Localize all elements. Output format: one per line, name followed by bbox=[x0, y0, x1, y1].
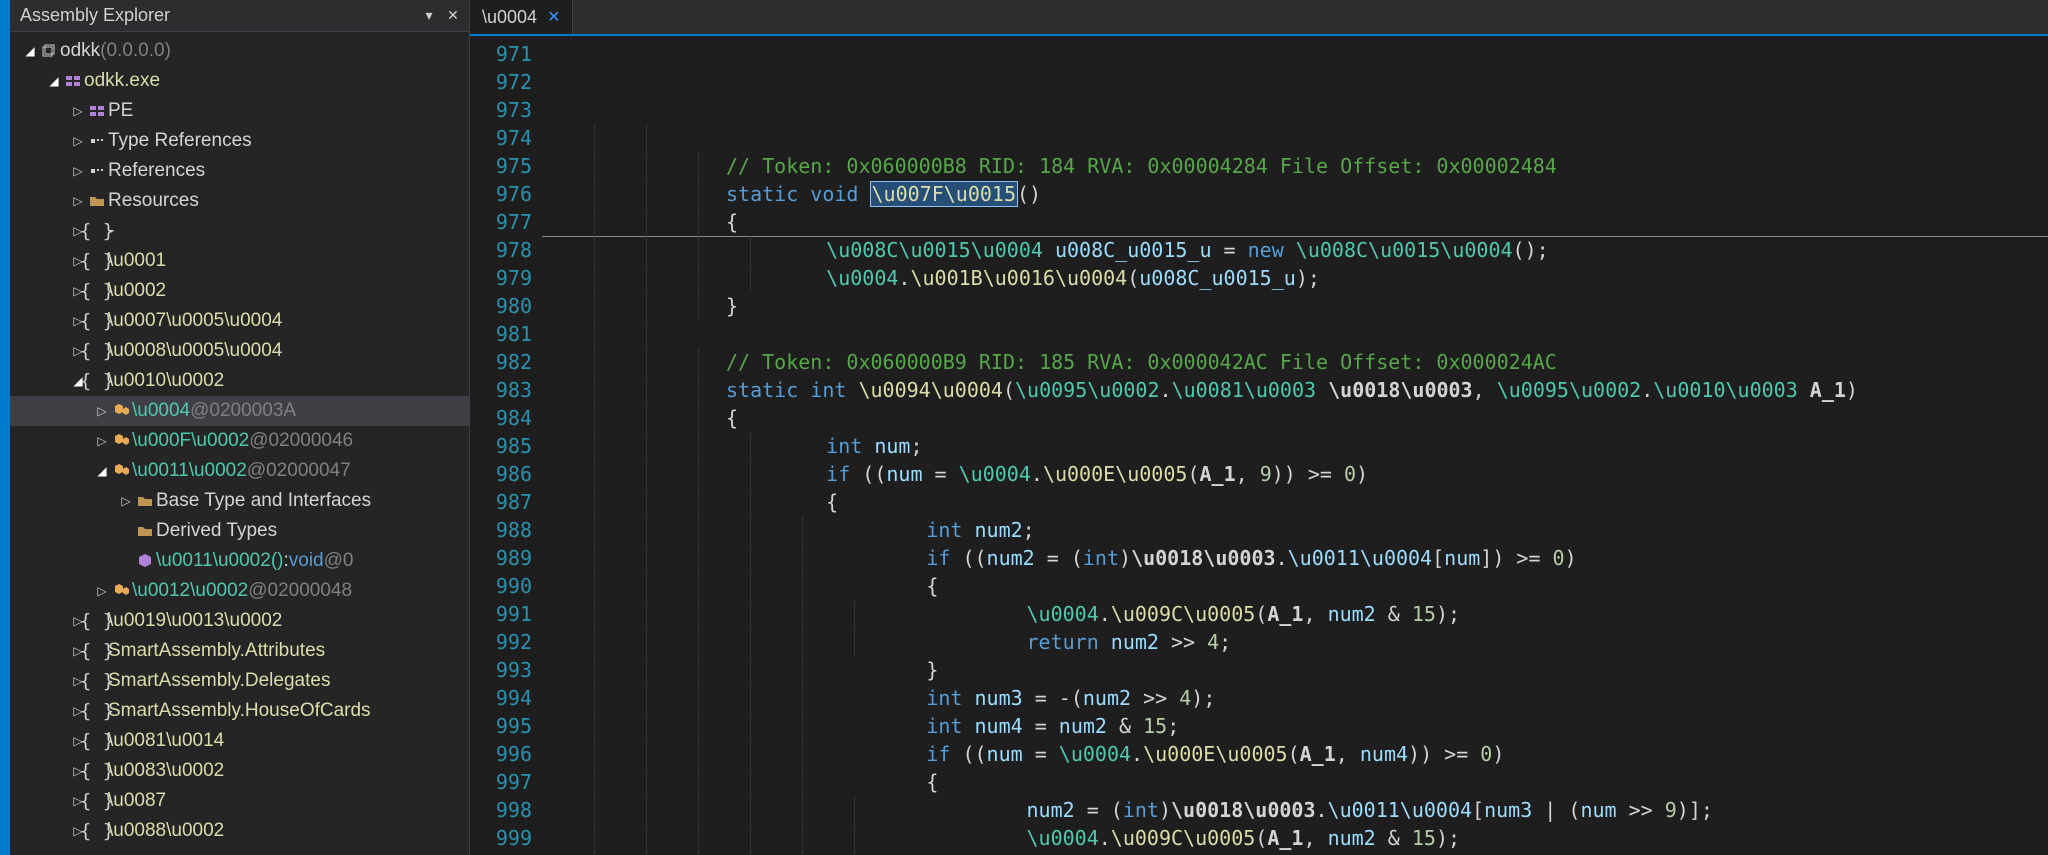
tree-icon bbox=[62, 73, 84, 89]
panel-close-icon[interactable]: ✕ bbox=[443, 6, 463, 26]
tree-class[interactable]: ▷\u000F\u0002 @02000046 bbox=[10, 426, 469, 456]
assembly-tree[interactable]: ◢odkk (0.0.0.0)◢odkk.exe▷PE▷Type Referen… bbox=[10, 32, 469, 855]
tree-icon bbox=[110, 583, 132, 599]
code-line: if ((num = \u0004.\u000E\u0005(A_1, 9)) … bbox=[542, 460, 2048, 488]
tree-icon bbox=[86, 103, 108, 119]
tree-icon: { } bbox=[86, 700, 108, 722]
tree-assembly-root[interactable]: ◢odkk (0.0.0.0) bbox=[10, 36, 469, 66]
tree-namespace-open[interactable]: ◢{ }\u0010\u0002 bbox=[10, 366, 469, 396]
code-line: num2 = (int)\u0018\u0003.\u0011\u0004[nu… bbox=[542, 796, 2048, 824]
line-number-gutter: 9719729739749759769779789799809819829839… bbox=[470, 36, 542, 855]
tree-icon: { } bbox=[86, 760, 108, 782]
editor-tabstrip: \u0004 ✕ bbox=[470, 0, 2048, 34]
code-line: \u0004.\u009C\u0005(A_1, num2 & 15); bbox=[542, 600, 2048, 628]
tab-close-icon[interactable]: ✕ bbox=[547, 7, 560, 27]
code-line: } bbox=[542, 656, 2048, 684]
tree-icon bbox=[110, 403, 132, 419]
tree-builtin[interactable]: ▷Type References bbox=[10, 126, 469, 156]
code-line: { bbox=[542, 768, 2048, 796]
tree-namespace[interactable]: ▷{ }\u0088\u0002 bbox=[10, 816, 469, 846]
tree-namespace[interactable]: ▷{ }- bbox=[10, 216, 469, 246]
tree-icon: { } bbox=[86, 370, 108, 392]
tree-class[interactable]: ▷\u0012\u0002 @02000048 bbox=[10, 576, 469, 606]
tree-namespace[interactable]: ▷{ }SmartAssembly.HouseOfCards bbox=[10, 696, 469, 726]
code-line: { bbox=[542, 572, 2048, 600]
tree-icon bbox=[110, 433, 132, 449]
tree-icon: { } bbox=[86, 340, 108, 362]
tree-icon: { } bbox=[86, 790, 108, 812]
code-line: if ((num2 = (int)\u0018\u0003.\u0011\u00… bbox=[542, 544, 2048, 572]
code-line: int num2; bbox=[542, 516, 2048, 544]
assembly-explorer-panel: Assembly Explorer ▾ ✕ ◢odkk (0.0.0.0)◢od… bbox=[10, 0, 470, 855]
code-line: { bbox=[542, 404, 2048, 432]
tree-icon bbox=[86, 193, 108, 209]
tree-module[interactable]: ◢odkk.exe bbox=[10, 66, 469, 96]
code-line: { bbox=[542, 488, 2048, 516]
app-accent-bar bbox=[0, 0, 10, 855]
tree-icon bbox=[38, 43, 60, 59]
tree-namespace[interactable]: ▷{ }\u0019\u0013\u0002 bbox=[10, 606, 469, 636]
tree-class-open[interactable]: ◢\u0011\u0002 @02000047 bbox=[10, 456, 469, 486]
tree-icon: { } bbox=[86, 220, 108, 242]
code-line: static int \u0094\u0004(\u0095\u0002.\u0… bbox=[542, 376, 2048, 404]
code-editor: \u0004 ✕ 9719729739749759769779789799809… bbox=[470, 0, 2048, 855]
panel-header: Assembly Explorer ▾ ✕ bbox=[10, 0, 469, 32]
tree-builtin[interactable]: ▷Resources bbox=[10, 186, 469, 216]
tree-namespace[interactable]: ▷{ }SmartAssembly.Delegates bbox=[10, 666, 469, 696]
panel-title: Assembly Explorer bbox=[16, 5, 415, 26]
tree-icon: { } bbox=[86, 640, 108, 662]
tree-namespace[interactable]: ▷{ }\u0002 bbox=[10, 276, 469, 306]
tree-namespace[interactable]: ▷{ }\u0081\u0014 bbox=[10, 726, 469, 756]
tree-namespace[interactable]: ▷{ }\u0007\u0005\u0004 bbox=[10, 306, 469, 336]
code-line: if ((num = \u0004.\u000E\u0005(A_1, num4… bbox=[542, 740, 2048, 768]
tree-icon: { } bbox=[86, 280, 108, 302]
editor-tab[interactable]: \u0004 ✕ bbox=[470, 0, 573, 34]
code-line: static void \u007F\u0015() bbox=[542, 180, 2048, 208]
tree-class-selected[interactable]: ▷\u0004 @0200003A bbox=[10, 396, 469, 426]
code-line: int num4 = num2 & 15; bbox=[542, 712, 2048, 740]
code-area: 9719729739749759769779789799809819829839… bbox=[470, 34, 2048, 855]
tree-folder[interactable]: ▶Derived Types bbox=[10, 516, 469, 546]
tree-namespace[interactable]: ▷{ }\u0008\u0005\u0004 bbox=[10, 336, 469, 366]
tree-icon bbox=[86, 163, 108, 179]
code-line: int num3 = -(num2 >> 4); bbox=[542, 684, 2048, 712]
code-body[interactable]: // Token: 0x060000B8 RID: 184 RVA: 0x000… bbox=[542, 36, 2048, 855]
tree-icon bbox=[134, 493, 156, 509]
tree-folder[interactable]: ▷Base Type and Interfaces bbox=[10, 486, 469, 516]
code-line: // Token: 0x060000B9 RID: 185 RVA: 0x000… bbox=[542, 348, 2048, 376]
tree-icon: { } bbox=[86, 670, 108, 692]
code-line: \u0004.\u001B\u0016\u0004(u008C_u0015_u)… bbox=[542, 264, 2048, 292]
code-line: { bbox=[542, 208, 2048, 236]
tree-icon bbox=[86, 133, 108, 149]
tree-namespace[interactable]: ▷{ }SmartAssembly.Attributes bbox=[10, 636, 469, 666]
tree-method[interactable]: ▶\u0011\u0002() : void @0 bbox=[10, 546, 469, 576]
tree-icon bbox=[110, 463, 132, 479]
code-line: return num2 >> 4; bbox=[542, 628, 2048, 656]
code-line: } bbox=[542, 292, 2048, 320]
code-line bbox=[542, 320, 2048, 348]
panel-dropdown-icon[interactable]: ▾ bbox=[419, 6, 439, 26]
code-line: \u0004.\u009C\u0005(A_1, num2 & 15); bbox=[542, 824, 2048, 852]
tree-icon: { } bbox=[86, 310, 108, 332]
tree-icon: { } bbox=[86, 730, 108, 752]
editor-tab-label: \u0004 bbox=[482, 7, 537, 28]
code-line: \u008C\u0015\u0004 u008C_u0015_u = new \… bbox=[542, 236, 2048, 264]
tree-icon: { } bbox=[86, 820, 108, 842]
code-line: // Token: 0x060000B8 RID: 184 RVA: 0x000… bbox=[542, 152, 2048, 180]
tree-namespace[interactable]: ▷{ }\u0087 bbox=[10, 786, 469, 816]
tree-icon: { } bbox=[86, 610, 108, 632]
tree-icon: { } bbox=[86, 250, 108, 272]
tree-icon bbox=[134, 523, 156, 539]
tree-namespace[interactable]: ▷{ }\u0083\u0002 bbox=[10, 756, 469, 786]
tree-builtin[interactable]: ▷References bbox=[10, 156, 469, 186]
tree-builtin[interactable]: ▷PE bbox=[10, 96, 469, 126]
tree-icon bbox=[134, 553, 156, 569]
tree-namespace[interactable]: ▷{ }\u0001 bbox=[10, 246, 469, 276]
code-line: int num; bbox=[542, 432, 2048, 460]
code-line bbox=[542, 124, 2048, 152]
